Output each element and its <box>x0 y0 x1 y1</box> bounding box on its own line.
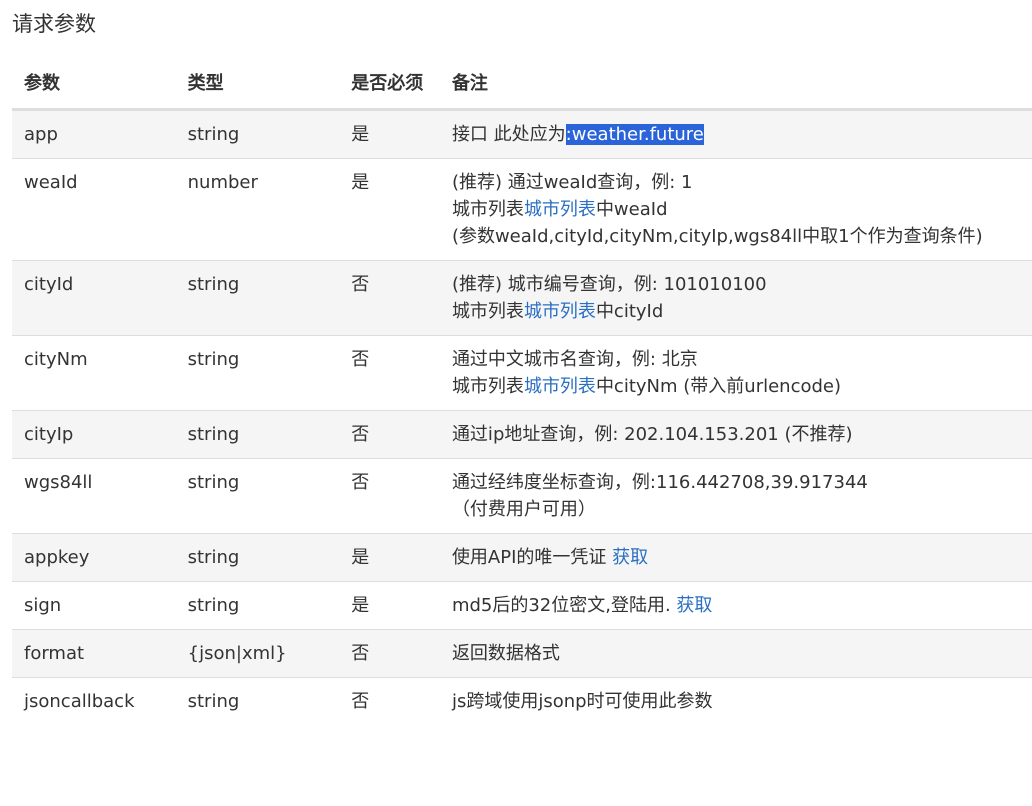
cell-name: format <box>12 629 176 678</box>
note-text: 返回数据格式 <box>451 643 560 664</box>
get-link[interactable]: 获取 <box>676 595 712 616</box>
note-line: 通过中文城市名查询，例: 北京 <box>452 346 1030 373</box>
cell-note: 返回数据格式 <box>439 629 1032 678</box>
note-text: 城市列表 <box>451 376 524 397</box>
cell-required: 否 <box>339 629 440 678</box>
header-name: 参数 <box>12 55 176 111</box>
table-row: appkey string 是使用API的唯一凭证 获取 <box>12 533 1032 582</box>
note-line: 通过经纬度坐标查询，例:116.442708,39.917344 <box>452 469 1030 496</box>
cell-type: number <box>175 158 340 261</box>
table-row: jsoncallback string 否 js跨域使用jsonp时可使用此参数 <box>12 677 1032 725</box>
cell-type: string <box>175 533 340 582</box>
note-text: 城市列表 <box>451 199 524 220</box>
cell-name: appkey <box>12 533 176 582</box>
cell-note: 使用API的唯一凭证 获取 <box>439 533 1032 582</box>
cell-note: 通过经纬度坐标查询，例:116.442708,39.917344 （付费用户可用） <box>439 458 1032 534</box>
header-note: 备注 <box>439 55 1032 111</box>
note-line: 城市列表城市列表中cityId <box>452 298 1030 325</box>
cell-name: weaId <box>12 158 176 261</box>
header-type: 类型 <box>175 55 340 111</box>
note-line: js跨域使用jsonp时可使用此参数 <box>452 688 1030 715</box>
cell-note: md5后的32位密文,登陆用. 获取 <box>439 581 1032 630</box>
note-line: 返回数据格式 <box>452 640 1030 667</box>
note-line: (推荐) 城市编号查询，例: 101010100 <box>452 271 1030 298</box>
table-header-row: 参数 类型 是否必须 备注 <box>12 55 1032 111</box>
note-line: 接口 此处应为:weather.future <box>452 121 1030 148</box>
cell-note: 通过中文城市名查询，例: 北京 城市列表城市列表中cityNm (带入前urlen… <box>439 335 1032 411</box>
table-body: app string 是接口 此处应为:weather.future weaId num… <box>12 109 1032 725</box>
note-line: (推荐) 通过weaId查询，例: 1 <box>452 169 1030 196</box>
cell-note: (推荐) 城市编号查询，例: 101010100 城市列表城市列表中cityId <box>439 260 1032 336</box>
cell-type: {json|xml} <box>175 629 340 678</box>
cell-type: string <box>175 335 340 411</box>
cell-required: 是 <box>339 158 440 261</box>
cell-type: string <box>175 109 340 159</box>
note-text: md5后的32位密文,登陆用. <box>451 595 677 616</box>
params-table: 参数 类型 是否必须 备注 app string 是接口 此处应为:weather.… <box>12 55 1032 725</box>
page-title: 请求参数 <box>12 12 96 36</box>
cell-required: 是 <box>339 109 440 159</box>
note-text: 城市列表 <box>451 301 524 322</box>
table-row: wgs84ll string 否通过经纬度坐标查询，例:116.442708,39.… <box>12 458 1032 534</box>
cell-required: 否 <box>339 458 440 534</box>
cell-type: string <box>175 260 340 336</box>
city-list-link[interactable]: 城市列表 <box>524 199 596 220</box>
city-list-link[interactable]: 城市列表 <box>524 301 596 322</box>
cell-type: string <box>175 677 340 725</box>
note-line: md5后的32位密文,登陆用. 获取 <box>452 592 1030 619</box>
note-text: 中cityNm (带入前urlencode) <box>595 376 842 397</box>
cell-name: cityNm <box>12 335 176 411</box>
table-row: cityId string 否 (推荐) 城市编号查询，例: 101010100 城市列… <box>12 260 1032 336</box>
city-list-link[interactable]: 城市列表 <box>524 376 596 397</box>
note-line: 通过ip地址查询，例: 202.104.153.201 (不推荐) <box>452 421 1030 448</box>
table-row: weaId number 是 (推荐) 通过weaId查询，例: 1 城市列表城市列表中… <box>12 158 1032 261</box>
note-text: 中weaId <box>595 199 668 220</box>
cell-required: 否 <box>339 677 440 725</box>
cell-note: js跨域使用jsonp时可使用此参数 <box>439 677 1032 725</box>
cell-type: string <box>175 581 340 630</box>
cell-required: 是 <box>339 581 440 630</box>
header-required: 是否必须 <box>339 55 440 111</box>
cell-name: app <box>12 109 176 159</box>
cell-note: (推荐) 通过weaId查询，例: 1 城市列表城市列表中weaId (参数weaI… <box>439 158 1032 261</box>
table-row: cityNm string 否通过中文城市名查询，例: 北京 城市列表城市列表中cit… <box>12 335 1032 411</box>
cell-type: string <box>175 458 340 534</box>
note-text: js跨域使用jsonp时可使用此参数 <box>451 691 713 712</box>
cell-note: 通过ip地址查询，例: 202.104.153.201 (不推荐) <box>439 410 1032 459</box>
cell-name: cityIp <box>12 410 176 459</box>
cell-required: 否 <box>339 410 440 459</box>
note-line: 城市列表城市列表中cityNm (带入前urlencode) <box>452 373 1030 400</box>
note-text: 接口 此处应为 <box>451 124 566 145</box>
cell-required: 否 <box>339 335 440 411</box>
note-text: 通过中文城市名查询，例: 北京 <box>451 349 698 370</box>
note-text: 通过ip地址查询，例: 202.104.153.201 (不推荐) <box>451 424 853 445</box>
note-line: 使用API的唯一凭证 获取 <box>452 544 1030 571</box>
note-text: (参数weaId,cityId,cityNm,cityIp,wgs84ll中取1… <box>451 226 983 247</box>
note-line: （付费用户可用） <box>452 496 1030 523</box>
cell-name: wgs84ll <box>12 458 176 534</box>
table-row: format {json|xml} 否返回数据格式 <box>12 629 1032 678</box>
cell-type: string <box>175 410 340 459</box>
table-row: sign string 是 md5后的32位密文,登陆用. 获取 <box>12 581 1032 630</box>
table-row: app string 是接口 此处应为:weather.future <box>12 109 1032 159</box>
note-line: 城市列表城市列表中weaId <box>452 196 1030 223</box>
note-text: 通过经纬度坐标查询，例:116.442708,39.917344 <box>451 472 868 493</box>
cell-required: 是 <box>339 533 440 582</box>
cell-required: 否 <box>339 260 440 336</box>
cell-name: cityId <box>12 260 176 336</box>
cell-note: 接口 此处应为:weather.future <box>439 109 1032 159</box>
note-line: (参数weaId,cityId,cityNm,cityIp,wgs84ll中取1… <box>452 223 1030 250</box>
note-text: (推荐) 城市编号查询，例: 101010100 <box>451 274 767 295</box>
note-text: 中cityId <box>595 301 664 322</box>
cell-name: sign <box>12 581 176 630</box>
get-link[interactable]: 获取 <box>612 547 648 568</box>
selected-text[interactable]: :weather.future <box>565 124 704 145</box>
table-row: cityIp string 否通过ip地址查询，例: 202.104.153.201… <box>12 410 1032 459</box>
note-text: （付费用户可用） <box>451 499 596 520</box>
cell-name: jsoncallback <box>12 677 176 725</box>
note-text: 使用API的唯一凭证 <box>451 547 613 568</box>
note-text: (推荐) 通过weaId查询，例: 1 <box>451 172 693 193</box>
